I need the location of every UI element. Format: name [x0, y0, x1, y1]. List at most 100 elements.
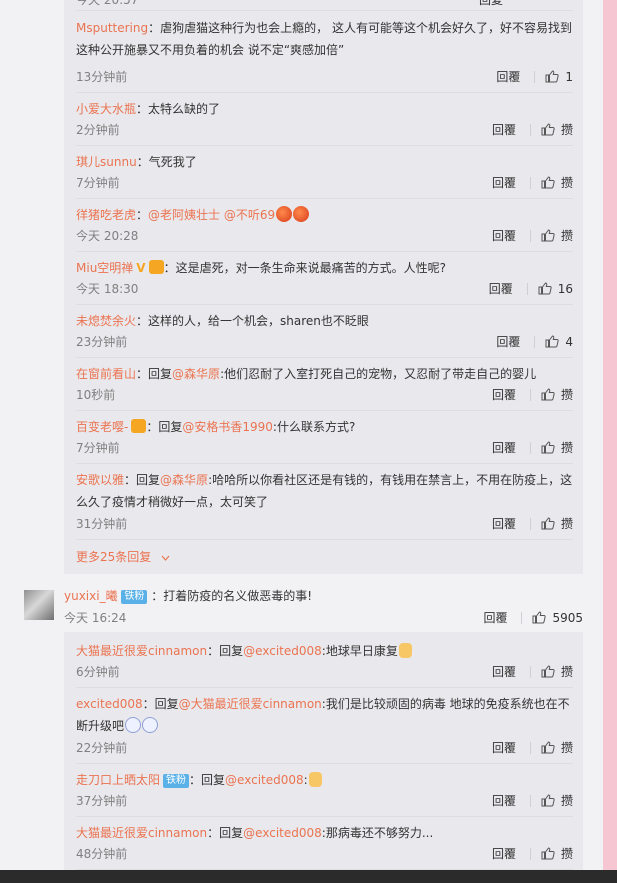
- like-count: 攒: [560, 665, 573, 679]
- more-replies-link[interactable]: 更多25条回复: [76, 548, 170, 565]
- reply-row: 走刀口上晒太阳 铁粉 ：回复@excited008: 37分钟前 回覆 攒: [76, 764, 573, 817]
- reply-author[interactable]: 徉猪吃老虎: [76, 208, 136, 222]
- avatar[interactable]: [24, 590, 54, 620]
- colon: ：: [136, 367, 149, 381]
- thumbs-up-icon: [538, 282, 558, 295]
- divider: [529, 665, 531, 678]
- reply-button[interactable]: 回覆: [492, 739, 516, 756]
- reply-author[interactable]: 琪儿sunnu: [76, 155, 137, 169]
- like-count: 攒: [560, 794, 573, 808]
- medal-icon: [131, 419, 147, 433]
- like-count: 1: [565, 69, 573, 84]
- chevron-down-icon: [161, 550, 170, 564]
- commenter-name[interactable]: yuxixi_曦: [64, 589, 118, 603]
- reply-author[interactable]: excited008: [76, 697, 143, 711]
- reply-button[interactable]: 回覆: [496, 68, 520, 85]
- reply-text: 未熄焚余火：这样的人，给一个机会，sharen也不眨眼: [76, 310, 573, 332]
- like-button[interactable]: 攒: [541, 174, 573, 191]
- like-button[interactable]: 攒: [541, 663, 573, 680]
- reply-row: Miu空明禅 V ：这是虐死，对一条生命来说最痛苦的方式。人性呢? 今天 18:30 回…: [76, 252, 573, 305]
- reply-button[interactable]: 回覆: [492, 174, 516, 191]
- mention-link[interactable]: @森华原: [160, 473, 208, 487]
- reply-time: 48分钟前: [76, 847, 128, 861]
- thumbs-up-icon: [541, 441, 561, 454]
- reply-button[interactable]: 回覆: [492, 121, 516, 138]
- mention-link[interactable]: @excited008: [225, 773, 304, 787]
- comments-panel: 今天 20:57 回复 Msputtering：虐狗虐猫这种行为也会上瘾的， 这…: [0, 0, 603, 870]
- divider: [529, 794, 531, 807]
- reply-body: 回复: [154, 697, 179, 711]
- reply-body: :那病毒还不够努力...: [321, 826, 434, 840]
- mention-link[interactable]: @老阿姨壮士: [148, 208, 220, 222]
- reply-button[interactable]: 回覆: [483, 609, 507, 626]
- like-count: 4: [565, 334, 573, 349]
- reply-button[interactable]: 回覆: [492, 386, 516, 403]
- colon: ：: [148, 21, 161, 35]
- like-count: 攒: [560, 441, 573, 455]
- reply-body: 回复: [219, 826, 244, 840]
- reply-row: 在窗前看山：回复@森华原:他们忍耐了入室打死自己的宠物，又忍耐了带走自己的婴儿 1…: [76, 358, 573, 411]
- mention-link[interactable]: @excited008: [243, 644, 322, 658]
- like-button[interactable]: 攒: [541, 439, 573, 456]
- like-button[interactable]: 攒: [541, 515, 573, 532]
- reply-actions: 回覆 4: [496, 333, 573, 350]
- mention-link[interactable]: @安格书香1990: [182, 420, 273, 434]
- reply-time: 今天 18:30: [76, 282, 139, 296]
- reply-button[interactable]: 回覆: [492, 792, 516, 809]
- like-count: 5905: [552, 610, 583, 625]
- reply-body: :地球早日康复: [321, 644, 398, 658]
- like-count: 攒: [560, 847, 573, 861]
- like-button[interactable]: 1: [545, 70, 573, 84]
- reply-actions: 回覆 攒: [492, 386, 573, 403]
- divider: [534, 335, 536, 348]
- bottom-bar: [0, 870, 617, 883]
- reply-author[interactable]: 大猫最近很爱cinnamon: [76, 644, 207, 658]
- reply-button[interactable]: 回覆: [492, 845, 516, 862]
- like-button[interactable]: 攒: [541, 121, 573, 138]
- mention-link[interactable]: @森华原: [172, 367, 220, 381]
- thumbs-up-icon: [541, 665, 561, 678]
- reply-button[interactable]: 回覆: [492, 439, 516, 456]
- divider: [534, 70, 536, 83]
- reply-button[interactable]: 回覆: [492, 663, 516, 680]
- reply-button[interactable]: 回覆: [492, 227, 516, 244]
- reply-author[interactable]: 百变老嘤-: [76, 420, 128, 434]
- like-button[interactable]: 攒: [541, 739, 573, 756]
- reply-body: 太特么缺的了: [148, 102, 221, 116]
- reply-text: Miu空明禅 V ：这是虐死，对一条生命来说最痛苦的方式。人性呢?: [76, 257, 573, 279]
- colon: ：: [207, 644, 220, 658]
- like-button[interactable]: 攒: [541, 845, 573, 862]
- reply-author[interactable]: 小爱大水瓶: [76, 102, 136, 116]
- reply-body: 回复: [148, 367, 173, 381]
- like-button[interactable]: 4: [545, 335, 573, 349]
- reply-text: 琪儿sunnu：气死我了: [76, 151, 573, 173]
- cry-emoji-icon: [125, 717, 142, 733]
- like-button[interactable]: 16: [538, 282, 573, 296]
- reply-button[interactable]: 回覆: [489, 280, 513, 297]
- reply-author[interactable]: 在窗前看山: [76, 367, 136, 381]
- like-button[interactable]: 攒: [541, 792, 573, 809]
- reply-author[interactable]: 未熄焚余火: [76, 314, 136, 328]
- reply-row: 大猫最近很爱cinnamon：回复@excited008:地球早日康复 6分钟前 回…: [76, 635, 573, 688]
- reply-row: 琪儿sunnu：气死我了 7分钟前 回覆 攒: [76, 146, 573, 199]
- divider: [529, 517, 531, 530]
- partial-row: 今天 20:57 回复: [76, 0, 573, 11]
- reply-author[interactable]: Miu空明禅: [76, 261, 133, 275]
- like-count: 16: [557, 281, 573, 296]
- reply-actions: 回覆 攒: [492, 792, 573, 809]
- like-button[interactable]: 攒: [541, 227, 573, 244]
- mention-link[interactable]: @excited008: [243, 826, 322, 840]
- reply-author[interactable]: Msputtering: [76, 21, 148, 35]
- like-button[interactable]: 5905: [532, 611, 583, 625]
- mention-link[interactable]: @大猫最近很爱cinnamon: [179, 697, 322, 711]
- like-button[interactable]: 攒: [541, 386, 573, 403]
- reply-button[interactable]: 回复: [479, 0, 503, 8]
- mention-link[interactable]: @不听69: [224, 208, 275, 222]
- reply-button[interactable]: 回覆: [492, 515, 516, 532]
- reply-author[interactable]: 安歌以雅: [76, 473, 124, 487]
- reply-author[interactable]: 走刀口上晒太阳: [76, 773, 160, 787]
- divider: [529, 176, 531, 189]
- reply-button[interactable]: 回覆: [496, 333, 520, 350]
- reply-author[interactable]: 大猫最近很爱cinnamon: [76, 826, 207, 840]
- thumbs-up-icon: [541, 794, 561, 807]
